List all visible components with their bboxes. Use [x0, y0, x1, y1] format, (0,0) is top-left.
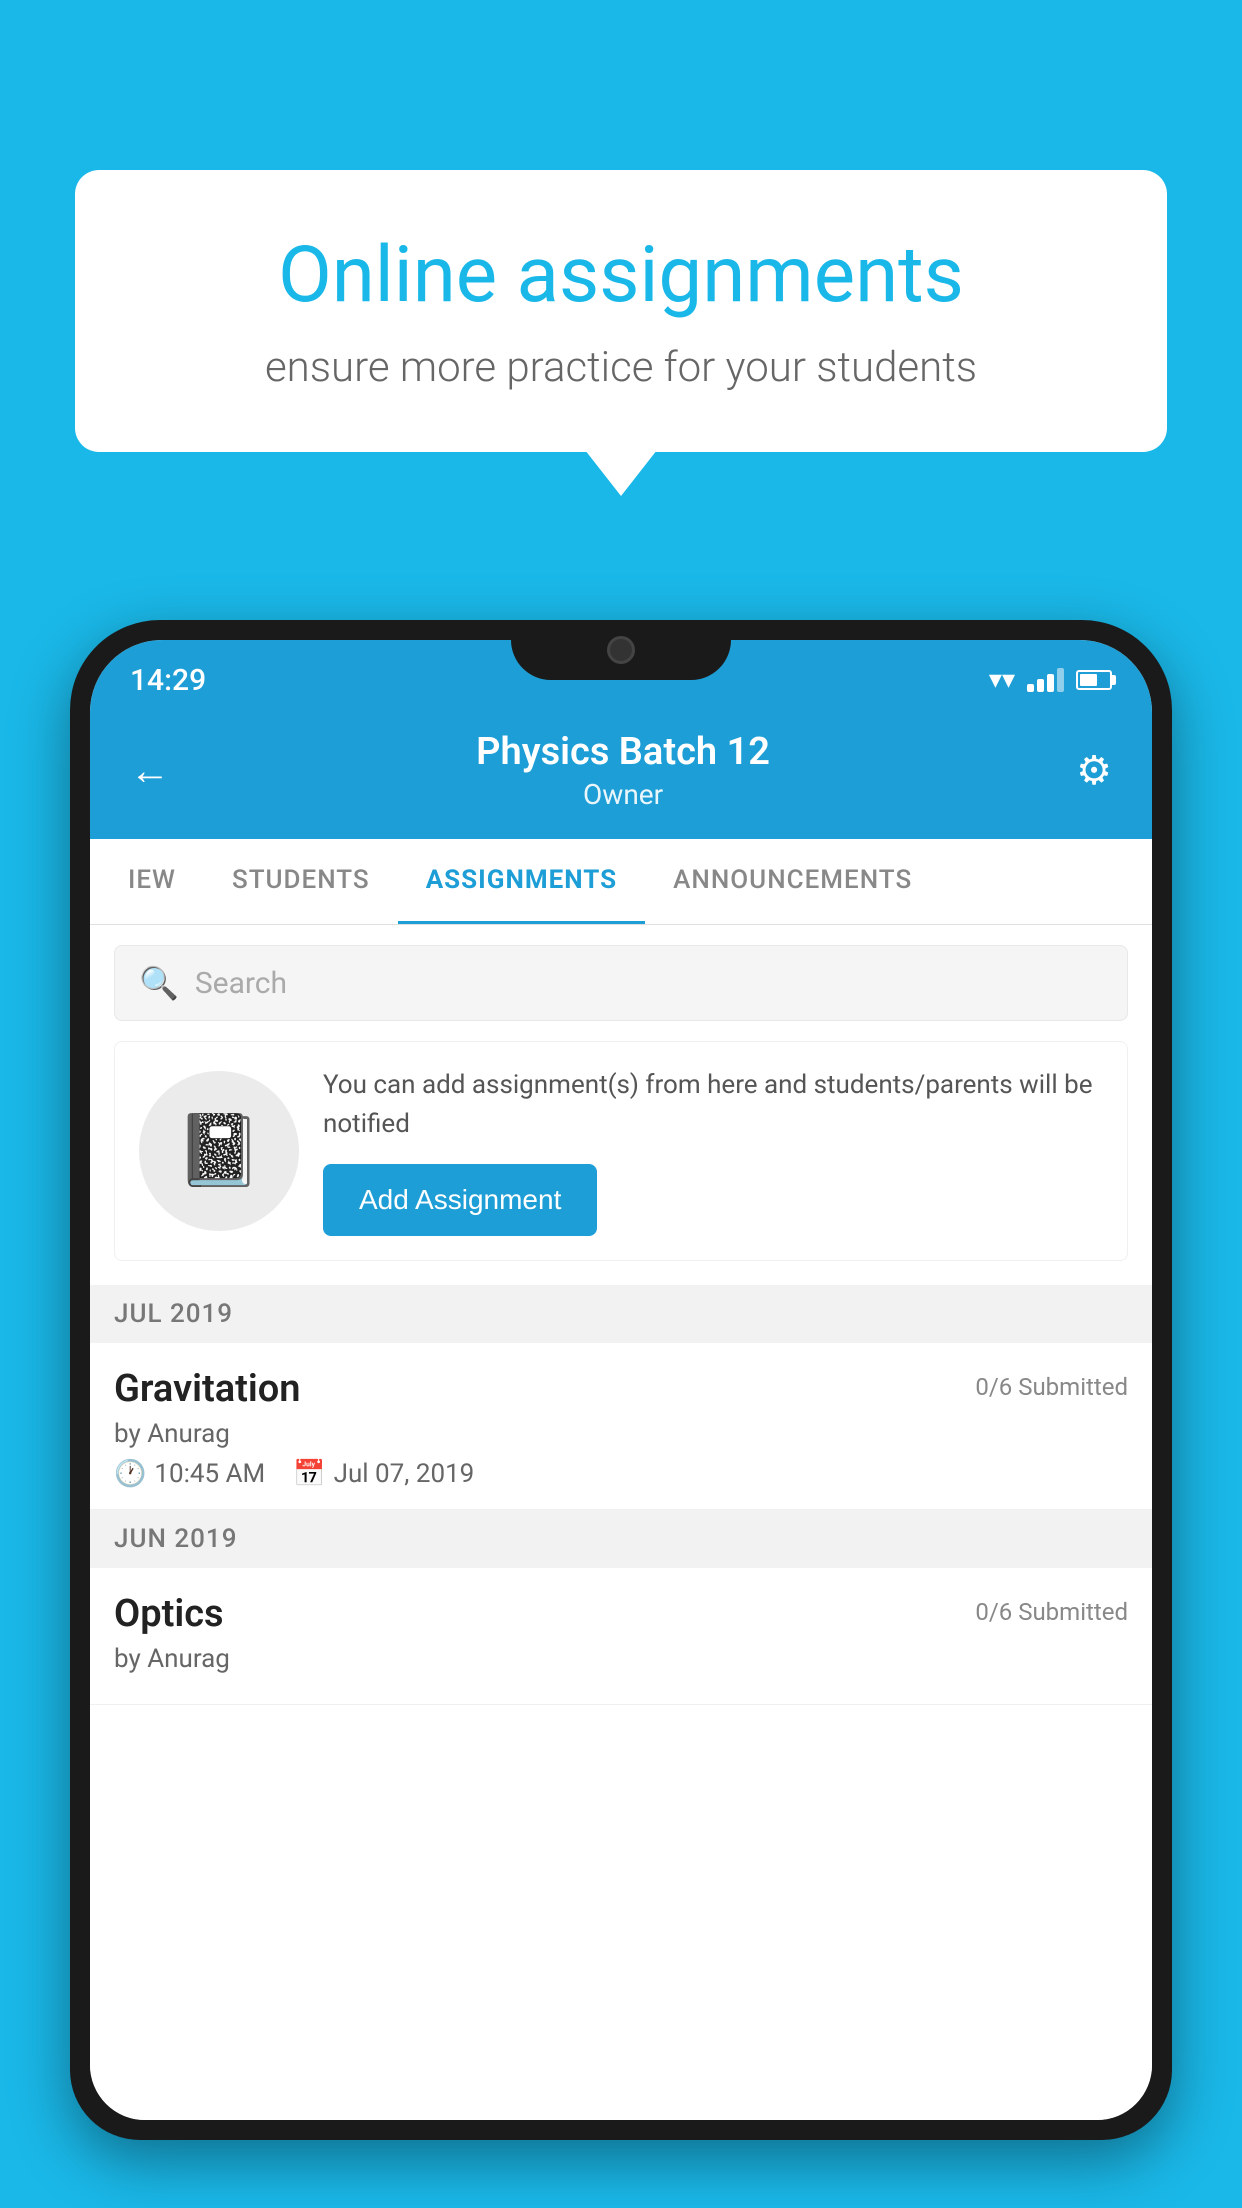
tabs-container: IEW STUDENTS ASSIGNMENTS ANNOUNCEMENTS — [90, 839, 1152, 925]
calendar-icon: 📅 — [293, 1459, 325, 1489]
assignment-time-gravitation: 🕐 10:45 AM — [114, 1459, 265, 1489]
assignment-time-value: 10:45 AM — [154, 1459, 265, 1489]
search-bar[interactable]: 🔍 Search — [114, 945, 1128, 1021]
search-icon: 🔍 — [139, 964, 179, 1002]
header-title: Physics Batch 12 — [476, 730, 770, 774]
assignment-meta-gravitation: 🕐 10:45 AM 📅 Jul 07, 2019 — [114, 1459, 1128, 1489]
assignment-item-optics[interactable]: Optics 0/6 Submitted by Anurag — [90, 1568, 1152, 1705]
phone-camera — [607, 636, 635, 664]
wifi-icon: ▾▾ — [989, 665, 1015, 695]
promo-card: 📓 You can add assignment(s) from here an… — [114, 1041, 1128, 1261]
add-assignment-button[interactable]: Add Assignment — [323, 1164, 597, 1236]
promo-icon-circle: 📓 — [139, 1071, 299, 1231]
speech-bubble-subtitle: ensure more practice for your students — [145, 343, 1097, 392]
settings-button[interactable]: ⚙ — [1076, 747, 1112, 794]
phone-outer: 14:29 ▾▾ ← Phy — [70, 620, 1172, 2140]
assignment-title-gravitation: Gravitation — [114, 1367, 301, 1411]
speech-bubble: Online assignments ensure more practice … — [75, 170, 1167, 452]
assignment-date-gravitation: 📅 Jul 07, 2019 — [293, 1459, 474, 1489]
speech-bubble-container: Online assignments ensure more practice … — [75, 170, 1167, 452]
phone-container: 14:29 ▾▾ ← Phy — [70, 620, 1172, 2208]
assignment-row1-optics: Optics 0/6 Submitted — [114, 1592, 1128, 1636]
clock-icon: 🕐 — [114, 1459, 146, 1489]
tab-students[interactable]: STUDENTS — [204, 839, 398, 924]
assignment-item-gravitation[interactable]: Gravitation 0/6 Submitted by Anurag 🕐 10… — [90, 1343, 1152, 1510]
month-section-jun: JUN 2019 — [90, 1510, 1152, 1568]
header-title-area: Physics Batch 12 Owner — [476, 730, 770, 811]
header-subtitle: Owner — [476, 778, 770, 811]
assignment-submitted-optics: 0/6 Submitted — [975, 1598, 1128, 1626]
search-placeholder-text: Search — [195, 966, 287, 1001]
tab-iew[interactable]: IEW — [100, 839, 204, 924]
phone-notch — [511, 620, 731, 680]
content-area: 🔍 Search 📓 You can add assignment(s) fro… — [90, 925, 1152, 2120]
promo-content: You can add assignment(s) from here and … — [323, 1066, 1103, 1236]
tab-announcements[interactable]: ANNOUNCEMENTS — [645, 839, 940, 924]
signal-icon — [1027, 668, 1064, 692]
promo-text: You can add assignment(s) from here and … — [323, 1066, 1103, 1144]
assignment-row1: Gravitation 0/6 Submitted — [114, 1367, 1128, 1411]
month-label-jul: JUL 2019 — [114, 1299, 233, 1329]
status-icons: ▾▾ — [989, 665, 1112, 695]
assignment-author-optics: by Anurag — [114, 1644, 1128, 1674]
phone-screen: 14:29 ▾▾ ← Phy — [90, 640, 1152, 2120]
notebook-icon: 📓 — [175, 1110, 262, 1192]
speech-bubble-title: Online assignments — [145, 230, 1097, 321]
app-header: ← Physics Batch 12 Owner ⚙ — [90, 710, 1152, 839]
assignment-title-optics: Optics — [114, 1592, 224, 1636]
month-section-jul: JUL 2019 — [90, 1285, 1152, 1343]
status-time: 14:29 — [130, 663, 206, 698]
battery-icon — [1076, 670, 1112, 690]
tab-assignments[interactable]: ASSIGNMENTS — [398, 839, 645, 924]
assignment-date-value: Jul 07, 2019 — [334, 1459, 475, 1489]
assignment-submitted-gravitation: 0/6 Submitted — [975, 1373, 1128, 1401]
assignment-author-gravitation: by Anurag — [114, 1419, 1128, 1449]
back-button[interactable]: ← — [130, 747, 170, 794]
month-label-jun: JUN 2019 — [114, 1524, 237, 1554]
